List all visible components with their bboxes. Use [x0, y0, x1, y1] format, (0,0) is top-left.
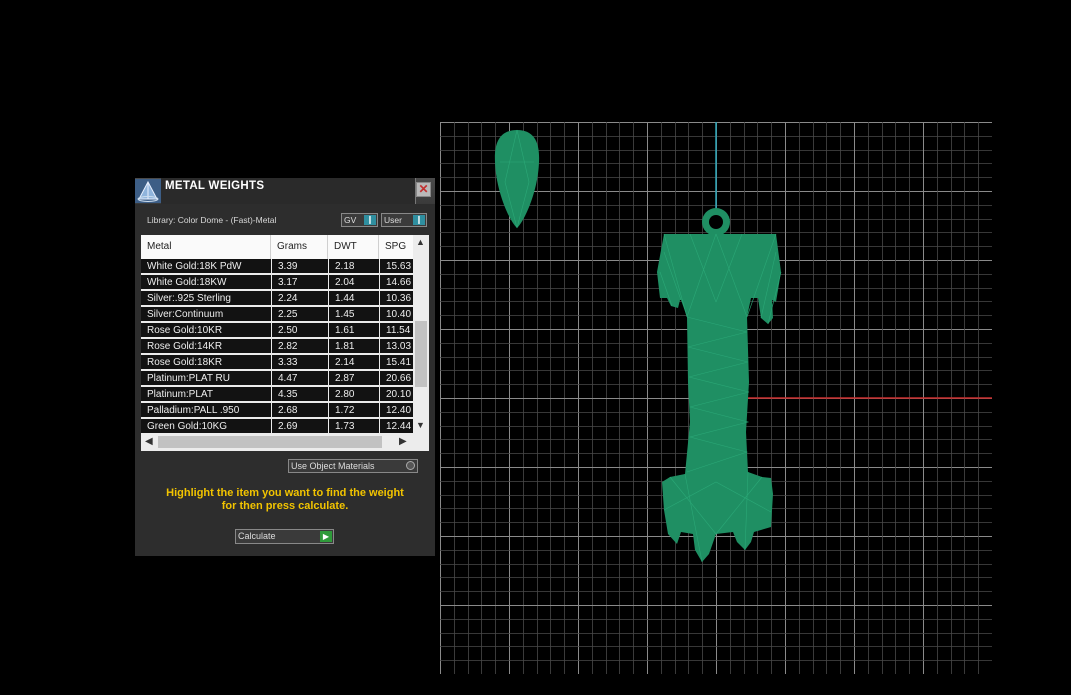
- toggle-knob-icon: ❙: [413, 215, 425, 225]
- panel-title: METAL WEIGHTS: [165, 180, 265, 192]
- cell-spg: 10.40: [380, 307, 413, 322]
- chevron-down-icon[interactable]: ▼: [416, 420, 425, 430]
- cell-dwt: 2.14: [329, 355, 379, 370]
- horizontal-scroll-thumb[interactable]: [158, 436, 382, 448]
- cell-spg: 12.40: [380, 403, 413, 418]
- cell-grams: 2.69: [272, 419, 328, 434]
- table-row[interactable]: White Gold:18K PdW 3.39 2.18 15.63: [141, 259, 413, 275]
- gv-toggle[interactable]: GV ❙: [341, 213, 378, 227]
- cell-metal: Rose Gold:14KR: [141, 339, 271, 354]
- column-header-dwt[interactable]: DWT: [328, 235, 379, 259]
- cell-spg: 13.03: [380, 339, 413, 354]
- table-row[interactable]: White Gold:18KW 3.17 2.04 14.66: [141, 275, 413, 291]
- metals-table: Metal Grams DWT SPG White Gold:18K PdW 3.…: [141, 235, 429, 451]
- cell-metal: Palladium:PALL .950: [141, 403, 271, 418]
- table-row[interactable]: Silver:.925 Sterling 2.24 1.44 10.36: [141, 291, 413, 307]
- radio-icon: [406, 461, 415, 470]
- table-row[interactable]: Palladium:PALL .950 2.68 1.72 12.40: [141, 403, 413, 419]
- cell-dwt: 1.81: [329, 339, 379, 354]
- cell-dwt: 2.87: [329, 371, 379, 386]
- horizontal-scrollbar[interactable]: ◀ ▶: [141, 434, 413, 451]
- cell-metal: Rose Gold:10KR: [141, 323, 271, 338]
- chevron-up-icon[interactable]: ▲: [416, 237, 425, 247]
- cell-spg: 14.66: [380, 275, 413, 290]
- instruction-text: Highlight the item you want to find the …: [145, 487, 425, 513]
- table-row[interactable]: Platinum:PLAT 4.35 2.80 20.10: [141, 387, 413, 403]
- cell-dwt: 1.61: [329, 323, 379, 338]
- use-object-materials-label: Use Object Materials: [291, 461, 375, 471]
- viewport-canvas[interactable]: [440, 122, 993, 675]
- cell-grams: 2.24: [272, 291, 328, 306]
- cell-spg: 20.10: [380, 387, 413, 402]
- cell-grams: 2.82: [272, 339, 328, 354]
- table-row[interactable]: Green Gold:10KG 2.69 1.73 12.44: [141, 419, 413, 434]
- instruction-line-1: Highlight the item you want to find the …: [166, 487, 404, 499]
- cell-grams: 4.35: [272, 387, 328, 402]
- table-row[interactable]: Silver:Continuum 2.25 1.45 10.40: [141, 307, 413, 323]
- play-icon: ▶: [320, 531, 332, 542]
- cell-metal: Silver:Continuum: [141, 307, 271, 322]
- cell-spg: 11.54: [380, 323, 413, 338]
- cell-grams: 2.25: [272, 307, 328, 322]
- user-toggle-label: User: [384, 215, 402, 225]
- table-row[interactable]: Platinum:PLAT RU 4.47 2.87 20.66: [141, 371, 413, 387]
- library-label: Library: Color Dome - (Fast)-Metal: [147, 215, 277, 225]
- chevron-left-icon[interactable]: ◀: [145, 436, 153, 447]
- cell-grams: 2.50: [272, 323, 328, 338]
- drop-object[interactable]: [494, 129, 540, 229]
- cell-metal: White Gold:18K PdW: [141, 259, 271, 274]
- cell-spg: 15.41: [380, 355, 413, 370]
- cell-metal: Rose Gold:18KR: [141, 355, 271, 370]
- user-toggle[interactable]: User ❙: [381, 213, 427, 227]
- table-row[interactable]: Rose Gold:18KR 3.33 2.14 15.41: [141, 355, 413, 371]
- gv-toggle-label: GV: [344, 215, 357, 225]
- cell-grams: 2.68: [272, 403, 328, 418]
- table-header: Metal Grams DWT SPG: [141, 235, 413, 259]
- pyramid-icon: [135, 179, 161, 203]
- cell-dwt: 1.72: [329, 403, 379, 418]
- vertical-scrollbar[interactable]: ▲ ▼: [413, 235, 429, 434]
- column-header-grams[interactable]: Grams: [271, 235, 328, 259]
- column-header-metal[interactable]: Metal: [141, 235, 271, 259]
- cell-spg: 12.44: [380, 419, 413, 434]
- cell-dwt: 2.18: [329, 259, 379, 274]
- cell-dwt: 1.44: [329, 291, 379, 306]
- table-row[interactable]: Rose Gold:14KR 2.82 1.81 13.03: [141, 339, 413, 355]
- cell-metal: Green Gold:10KG: [141, 419, 271, 434]
- cell-spg: 10.36: [380, 291, 413, 306]
- cell-metal: White Gold:18KW: [141, 275, 271, 290]
- cell-grams: 3.39: [272, 259, 328, 274]
- cell-spg: 20.66: [380, 371, 413, 386]
- column-header-spg[interactable]: SPG: [379, 235, 413, 259]
- cell-metal: Platinum:PLAT RU: [141, 371, 271, 386]
- table-body: White Gold:18K PdW 3.39 2.18 15.63 White Gol…: [141, 259, 413, 434]
- cell-metal: Platinum:PLAT: [141, 387, 271, 402]
- cell-dwt: 2.04: [329, 275, 379, 290]
- metal-weights-panel: METAL WEIGHTS ✕ Library: Color Dome - (F…: [135, 178, 435, 556]
- toggle-knob-icon: ❙: [364, 215, 376, 225]
- title-tab: METAL WEIGHTS: [161, 178, 416, 204]
- table-row[interactable]: Rose Gold:10KR 2.50 1.61 11.54: [141, 323, 413, 339]
- calculate-button[interactable]: Calculate ▶: [235, 529, 334, 544]
- calculate-label: Calculate: [238, 531, 276, 541]
- vertical-scroll-thumb[interactable]: [415, 321, 427, 387]
- cell-grams: 3.33: [272, 355, 328, 370]
- close-icon[interactable]: ✕: [416, 182, 431, 197]
- cell-spg: 15.63: [380, 259, 413, 274]
- chevron-right-icon[interactable]: ▶: [399, 436, 407, 447]
- viewport[interactable]: [440, 122, 993, 675]
- cell-grams: 3.17: [272, 275, 328, 290]
- cell-grams: 4.47: [272, 371, 328, 386]
- panel-titlebar[interactable]: METAL WEIGHTS ✕: [135, 178, 435, 204]
- cell-dwt: 1.73: [329, 419, 379, 434]
- cell-dwt: 2.80: [329, 387, 379, 402]
- use-object-materials-toggle[interactable]: Use Object Materials: [288, 459, 418, 473]
- cell-dwt: 1.45: [329, 307, 379, 322]
- instruction-line-2: for then press calculate.: [221, 500, 349, 512]
- cell-metal: Silver:.925 Sterling: [141, 291, 271, 306]
